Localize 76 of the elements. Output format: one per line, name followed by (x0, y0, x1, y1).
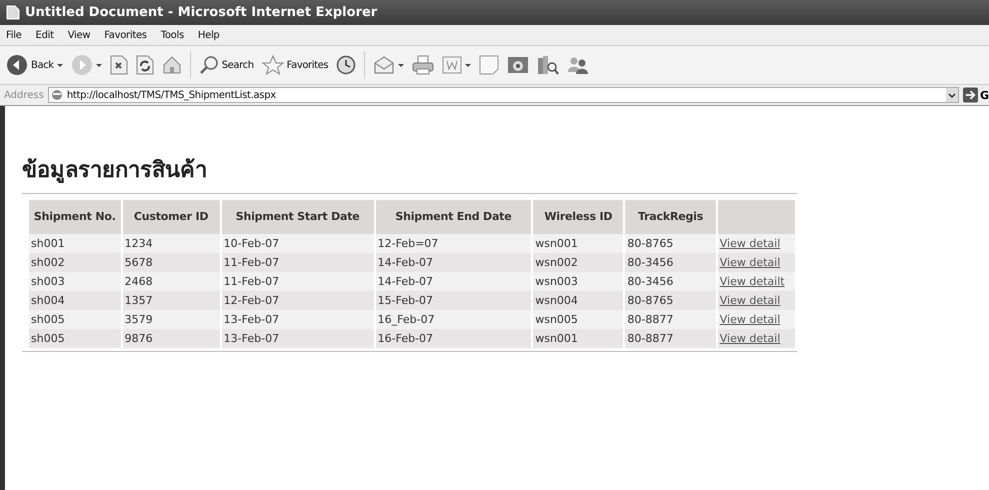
table-cell: wsn005 (533, 310, 624, 329)
toolbar-label[interactable]: Favorites (286, 60, 328, 70)
table-cell: 80-8765 (625, 234, 716, 253)
table-cell: sh005 (29, 329, 121, 348)
table-cell: 13-Feb-07 (222, 310, 374, 329)
column-header: Shipment No. (29, 200, 121, 234)
table-cell: 14-Feb-07 (376, 272, 532, 291)
address-label: Address (4, 90, 44, 100)
table-cell: wsn004 (533, 291, 624, 310)
table-cell: sh001 (29, 234, 121, 253)
page-heading: ข้อมูลรายการสินค้า (22, 157, 208, 185)
table-cell: 13-Feb-07 (222, 329, 374, 348)
star-icon[interactable] (262, 55, 284, 75)
table-cell: 14-Feb-07 (376, 253, 532, 272)
menu-item[interactable]: View (68, 30, 90, 40)
go-button[interactable]: G (963, 87, 989, 103)
table-cell: 80-8765 (625, 291, 716, 310)
table-cell: 3579 (122, 310, 220, 329)
address-url: http://localhost/TMS/TMS_ShipmentList.aspx (66, 90, 277, 100)
column-header: Shipment Start Date (222, 200, 374, 234)
table-cell: wsn001 (533, 329, 624, 348)
table-cell: 80-8877 (625, 329, 716, 348)
caret-icon[interactable] (56, 64, 63, 66)
table-cell: 10-Feb-07 (222, 234, 374, 253)
menu-item[interactable]: Help (198, 30, 220, 40)
window-title: Untitled Document - Microsoft Internet Explorer (25, 5, 378, 20)
table-cell: 80-8877 (625, 310, 716, 329)
table-cell: sh003 (29, 272, 121, 291)
table-cell: 15-Feb-07 (376, 291, 532, 310)
document-icon (6, 5, 20, 20)
table-cell: sh004 (29, 291, 121, 310)
table-cell: wsn003 (533, 272, 624, 291)
stop-icon[interactable] (110, 55, 128, 75)
table-cell: 11-Feb-07 (222, 253, 374, 272)
refresh-icon[interactable] (136, 55, 154, 75)
table-cell: 12-Feb-07 (222, 291, 374, 310)
table-cell: 12-Feb=07 (376, 234, 532, 253)
table-cell: 11-Feb-07 (222, 272, 374, 291)
table-cell: 5678 (122, 253, 220, 272)
table-cell: wsn002 (533, 253, 624, 272)
printer-icon[interactable] (412, 55, 434, 75)
media-icon[interactable] (507, 55, 530, 75)
table-cell: wsn001 (533, 234, 624, 253)
table-cell: 16-Feb-07 (376, 329, 532, 348)
caret-icon[interactable] (465, 64, 472, 66)
menu-item[interactable]: Favorites (104, 30, 147, 40)
people-icon[interactable] (567, 55, 590, 75)
envelope-icon[interactable] (373, 55, 396, 75)
table-cell: 1357 (122, 291, 220, 310)
table-cell: 16_Feb-07 (376, 310, 532, 329)
address-field[interactable]: http://localhost/TMS/TMS_ShipmentList.aspx (48, 87, 959, 103)
table-cell: 80-3456 (625, 253, 716, 272)
table-cell: 2468 (122, 272, 220, 291)
table-cell: sh005 (29, 310, 121, 329)
history-icon[interactable] (336, 55, 356, 75)
toolbar-label[interactable]: Search (222, 60, 254, 70)
table-cell: 1234 (122, 234, 220, 253)
column-header: Shipment End Date (376, 200, 532, 234)
caret-icon[interactable] (398, 64, 404, 66)
table-cell: 9876 (122, 329, 220, 348)
books-magnifier-icon[interactable] (537, 55, 560, 75)
column-header: TrackRegis (625, 200, 716, 234)
menu-item[interactable]: Tools (160, 30, 184, 40)
column-header: Wireless ID (533, 200, 624, 234)
blank-page-icon[interactable] (479, 55, 500, 75)
dropdown-icon[interactable] (946, 88, 958, 102)
column-header: Customer ID (122, 200, 220, 234)
toolbar-label[interactable]: Back (31, 60, 54, 70)
search-icon[interactable] (198, 55, 219, 75)
caret-icon[interactable] (96, 64, 102, 66)
arrow-icon (963, 87, 978, 103)
menu-item[interactable]: File (6, 30, 22, 40)
menu-item[interactable]: Edit (36, 30, 54, 40)
home-icon[interactable] (162, 55, 182, 75)
table-cell: sh002 (29, 253, 121, 272)
table-cell: 80-3456 (625, 272, 716, 291)
